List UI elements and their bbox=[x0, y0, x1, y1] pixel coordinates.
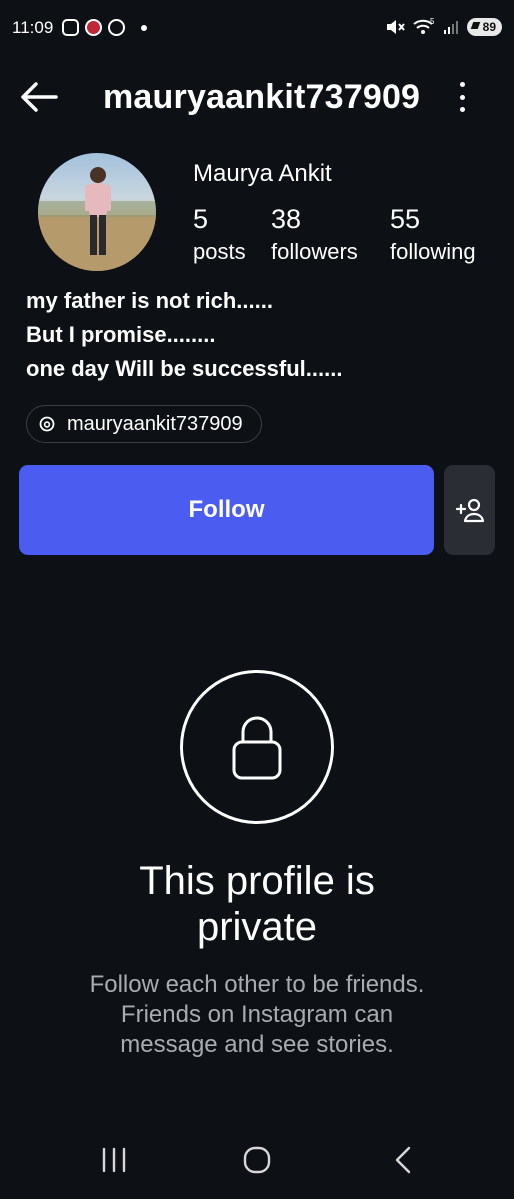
profile-username-title: mauryaankit737909 bbox=[103, 78, 421, 116]
svg-text:5: 5 bbox=[430, 18, 435, 26]
suggested-accounts-button[interactable] bbox=[444, 465, 495, 555]
notification-dot-icon bbox=[141, 24, 147, 31]
threads-icon bbox=[39, 416, 55, 432]
threads-link-chip[interactable]: mauryaankit737909 bbox=[26, 405, 262, 443]
status-time: 11:09 bbox=[12, 18, 54, 37]
wifi-icon: 5 bbox=[412, 18, 435, 34]
recent-apps-icon[interactable] bbox=[100, 1146, 128, 1174]
posts-count: 5 bbox=[193, 204, 209, 234]
followers-count[interactable]: 38 bbox=[271, 204, 301, 235]
posts-label: posts bbox=[193, 239, 246, 264]
private-profile-title: This profile is private bbox=[57, 858, 457, 950]
profile-avatar[interactable] bbox=[38, 153, 156, 271]
private-title-line: private bbox=[196, 905, 318, 949]
nav-back-icon[interactable] bbox=[390, 1146, 418, 1174]
followers-label[interactable]: followers bbox=[271, 239, 358, 265]
lock-icon bbox=[232, 716, 282, 780]
more-options-button[interactable] bbox=[450, 82, 474, 112]
add-person-icon bbox=[455, 498, 484, 523]
home-icon[interactable] bbox=[243, 1146, 271, 1174]
signal-icon bbox=[443, 21, 458, 34]
arrow-left-icon bbox=[21, 82, 58, 112]
status-icons-left bbox=[62, 19, 147, 36]
following-label[interactable]: following bbox=[390, 239, 476, 265]
status-bar: 11:09 5 89 bbox=[0, 0, 514, 60]
private-title-line: This profile is bbox=[139, 859, 375, 903]
follow-button[interactable]: Follow bbox=[19, 465, 434, 555]
display-name: Maurya Ankit bbox=[193, 160, 332, 187]
bio-line: my father is not rich...... bbox=[26, 288, 273, 313]
battery-indicator: 89 bbox=[466, 18, 502, 36]
following-count[interactable]: 55 bbox=[390, 204, 420, 235]
bio-line: one day Will be successful...... bbox=[26, 356, 343, 381]
profile-photo bbox=[38, 167, 156, 271]
alarm-icon bbox=[108, 19, 125, 36]
back-button[interactable] bbox=[18, 78, 60, 116]
threads-handle: mauryaankit737909 bbox=[67, 412, 243, 435]
more-vertical-icon bbox=[459, 82, 465, 87]
status-icons-right: 5 89 bbox=[385, 18, 502, 36]
mute-icon bbox=[386, 20, 405, 34]
private-lock-badge bbox=[180, 670, 334, 824]
follow-label: Follow bbox=[188, 496, 265, 523]
app-icon bbox=[85, 19, 102, 36]
private-profile-subtitle: Follow each other to be friends. Friends… bbox=[89, 971, 425, 1058]
instagram-icon bbox=[62, 19, 79, 36]
bio-line: But I promise........ bbox=[26, 322, 216, 347]
